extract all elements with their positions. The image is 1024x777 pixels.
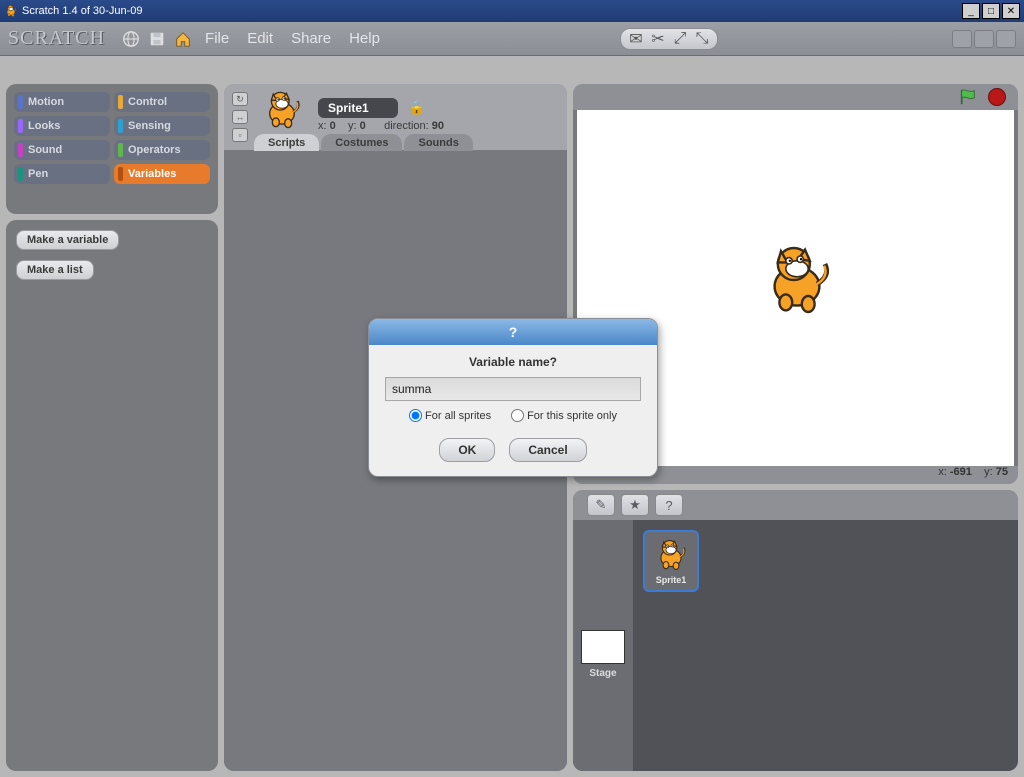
ok-button[interactable]: OK	[439, 438, 495, 462]
category-panel: Motion Control Looks Sensing Sound Opera…	[6, 84, 218, 214]
rotation-style-controls: ↻ ↔ ▫	[232, 92, 252, 142]
sprite-header: ↻ ↔ ▫ Sprite1 🔒 x: 0 y: 0 d	[224, 84, 567, 150]
radio-all-sprites[interactable]: For all sprites	[409, 409, 491, 422]
green-flag-icon[interactable]	[958, 88, 978, 106]
category-variables[interactable]: Variables	[114, 164, 210, 184]
category-sensing[interactable]: Sensing	[114, 116, 210, 136]
variable-name-dialog: ? Variable name? For all sprites For thi…	[368, 318, 658, 477]
stop-button[interactable]	[988, 88, 1006, 106]
dialog-title: ?	[369, 319, 657, 345]
category-operators[interactable]: Operators	[114, 140, 210, 160]
grow-icon[interactable]: ⤢	[671, 30, 689, 48]
tab-scripts[interactable]: Scripts	[254, 134, 319, 151]
view-small-stage[interactable]	[952, 30, 972, 48]
rotation-rotate-icon[interactable]: ↻	[232, 92, 248, 106]
sprite-thumbnail-sprite1[interactable]: Sprite1	[643, 530, 699, 592]
make-variable-button[interactable]: Make a variable	[16, 230, 119, 250]
sprite-name-field[interactable]: Sprite1	[318, 98, 398, 118]
language-icon[interactable]	[121, 29, 141, 49]
radio-this-sprite[interactable]: For this sprite only	[511, 409, 617, 422]
share-home-icon[interactable]	[173, 29, 193, 49]
category-control-label: Control	[128, 96, 167, 108]
sprite-list: Sprite1	[633, 520, 1018, 771]
stage-thumbnail-label: Stage	[589, 668, 616, 679]
category-sound[interactable]: Sound	[14, 140, 110, 160]
tab-costumes[interactable]: Costumes	[321, 134, 402, 151]
window-titlebar: Scratch 1.4 of 30-Jun-09 _ □ ✕	[0, 0, 1024, 22]
menu-file[interactable]: File	[205, 30, 229, 47]
category-control[interactable]: Control	[114, 92, 210, 112]
category-pen-label: Pen	[28, 168, 48, 180]
cancel-button[interactable]: Cancel	[509, 438, 586, 462]
minimize-button[interactable]: _	[962, 3, 980, 19]
editor-tabs: Scripts Costumes Sounds	[254, 134, 473, 151]
choose-sprite-file-icon[interactable]: ★	[621, 494, 649, 516]
category-sensing-label: Sensing	[128, 120, 171, 132]
variable-scope-options: For all sprites For this sprite only	[409, 409, 617, 422]
stamp-icon[interactable]: ✉	[627, 30, 645, 48]
category-looks-label: Looks	[28, 120, 60, 132]
close-button[interactable]: ✕	[1002, 3, 1020, 19]
maximize-button[interactable]: □	[982, 3, 1000, 19]
shrink-icon[interactable]: ⤡	[693, 30, 711, 48]
tab-sounds[interactable]: Sounds	[404, 134, 472, 151]
current-sprite-icon	[256, 88, 308, 132]
lock-icon[interactable]: 🔒	[408, 100, 424, 115]
sprites-panel: ✎ ★ ? Stage Sprite1	[573, 490, 1018, 771]
stage-sprite-cat[interactable]	[757, 240, 837, 320]
main-toolbar: SCRATCH File Edit Share Help ✉ ✂ ⤢ ⤡	[0, 22, 1024, 56]
category-motion[interactable]: Motion	[14, 92, 110, 112]
palette-column: Motion Control Looks Sensing Sound Opera…	[6, 84, 218, 771]
category-motion-label: Motion	[28, 96, 64, 108]
view-normal-stage[interactable]	[974, 30, 994, 48]
category-sound-label: Sound	[28, 144, 62, 156]
category-pen[interactable]: Pen	[14, 164, 110, 184]
new-sprite-toolbar: ✎ ★ ?	[573, 490, 1018, 520]
save-icon[interactable]	[147, 29, 167, 49]
block-palette: Make a variable Make a list	[6, 220, 218, 771]
rotation-leftright-icon[interactable]: ↔	[232, 110, 248, 124]
view-presentation[interactable]	[996, 30, 1016, 48]
sprite-list-body: Stage Sprite1	[573, 520, 1018, 771]
window-title: Scratch 1.4 of 30-Jun-09	[22, 5, 142, 17]
dialog-prompt: Variable name?	[469, 355, 557, 369]
view-mode-buttons	[952, 30, 1016, 48]
category-looks[interactable]: Looks	[14, 116, 110, 136]
menu-edit[interactable]: Edit	[247, 30, 273, 47]
stage-tools: ✉ ✂ ⤢ ⤡	[620, 28, 718, 50]
menu-help[interactable]: Help	[349, 30, 380, 47]
category-operators-label: Operators	[128, 144, 181, 156]
cut-icon[interactable]: ✂	[649, 30, 667, 48]
app-icon	[4, 4, 18, 18]
category-variables-label: Variables	[128, 168, 176, 180]
sprite-thumbnail-label: Sprite1	[656, 575, 687, 585]
get-surprise-sprite-icon[interactable]: ?	[655, 494, 683, 516]
stage-thumbnail[interactable]	[581, 630, 625, 664]
sprite-coords: x: 0 y: 0 direction: 90	[318, 120, 444, 132]
stage-thumb-column: Stage	[573, 520, 633, 771]
paint-new-sprite-icon[interactable]: ✎	[587, 494, 615, 516]
make-list-button[interactable]: Make a list	[16, 260, 94, 280]
stage-header	[573, 84, 1018, 110]
scratch-logo: SCRATCH	[8, 27, 105, 50]
menu-share[interactable]: Share	[291, 30, 331, 47]
rotation-none-icon[interactable]: ▫	[232, 128, 248, 142]
variable-name-input[interactable]	[385, 377, 641, 401]
